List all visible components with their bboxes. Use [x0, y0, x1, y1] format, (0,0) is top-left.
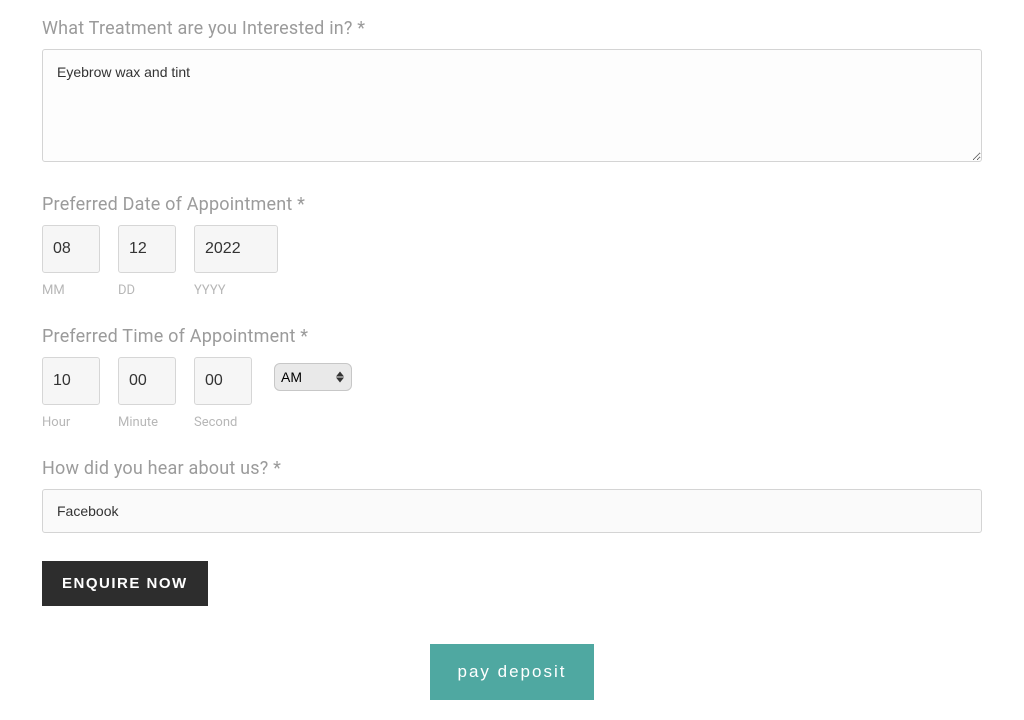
ampm-select[interactable]: AM — [274, 363, 352, 391]
year-input[interactable] — [194, 225, 278, 273]
date-label: Preferred Date of Appointment * — [42, 194, 982, 215]
time-inputs-row: Hour Minute Second AM — [42, 357, 982, 430]
second-input[interactable] — [194, 357, 252, 405]
enquire-now-button[interactable]: ENQUIRE NOW — [42, 561, 208, 606]
ampm-wrap: AM — [274, 363, 352, 391]
treatment-textarea[interactable] — [42, 49, 982, 162]
year-sublabel: YYYY — [194, 283, 226, 298]
hear-input[interactable] — [42, 489, 982, 533]
hour-wrap: Hour — [42, 357, 100, 430]
day-wrap: DD — [118, 225, 176, 298]
minute-sublabel: Minute — [118, 415, 158, 430]
day-input[interactable] — [118, 225, 176, 273]
date-inputs-row: MM DD YYYY — [42, 225, 982, 298]
hear-field-group: How did you hear about us? * — [42, 458, 982, 533]
pay-deposit-button[interactable]: pay deposit — [430, 644, 595, 700]
month-input[interactable] — [42, 225, 100, 273]
date-field-group: Preferred Date of Appointment * MM DD YY… — [42, 194, 982, 298]
submit-row: ENQUIRE NOW — [42, 561, 982, 606]
month-wrap: MM — [42, 225, 100, 298]
time-field-group: Preferred Time of Appointment * Hour Min… — [42, 326, 982, 430]
year-wrap: YYYY — [194, 225, 278, 298]
pay-deposit-row: pay deposit — [42, 644, 982, 700]
time-label: Preferred Time of Appointment * — [42, 326, 982, 347]
day-sublabel: DD — [118, 283, 135, 298]
hour-sublabel: Hour — [42, 415, 70, 430]
treatment-field-group: What Treatment are you Interested in? * — [42, 18, 982, 166]
treatment-label: What Treatment are you Interested in? * — [42, 18, 982, 39]
hear-label: How did you hear about us? * — [42, 458, 982, 479]
month-sublabel: MM — [42, 283, 65, 298]
second-sublabel: Second — [194, 415, 237, 430]
second-wrap: Second — [194, 357, 252, 430]
minute-wrap: Minute — [118, 357, 176, 430]
hour-input[interactable] — [42, 357, 100, 405]
minute-input[interactable] — [118, 357, 176, 405]
